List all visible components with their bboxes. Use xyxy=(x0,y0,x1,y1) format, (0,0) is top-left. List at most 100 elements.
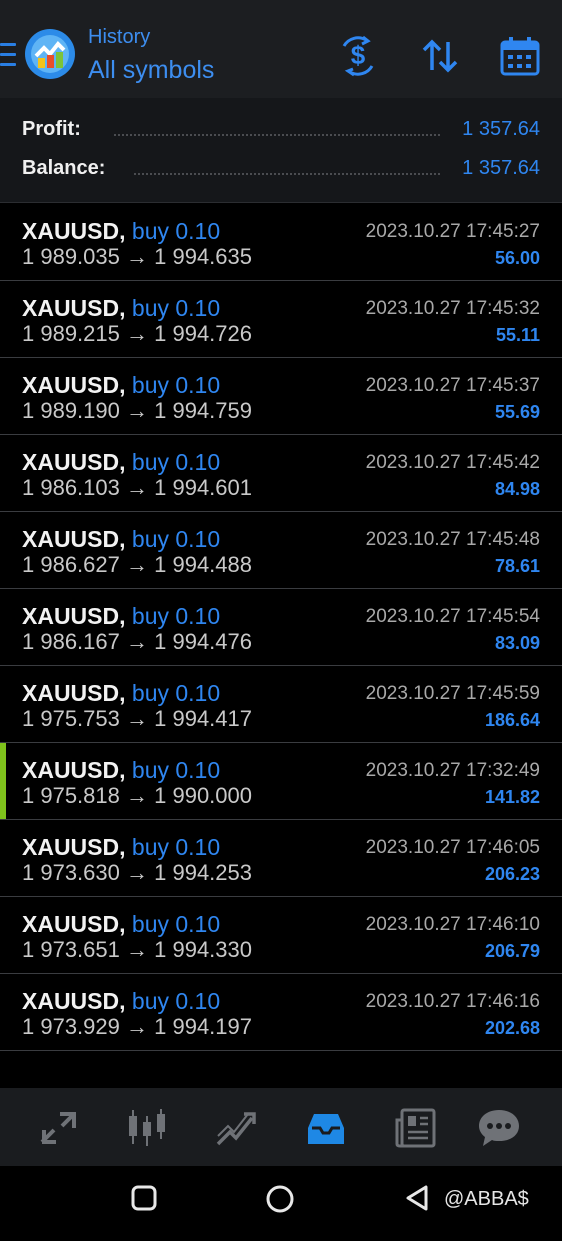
deal-prices: 1 975.818 → 1 990.000 xyxy=(22,783,252,809)
deal-row[interactable]: XAUUSD, buy 0.10 1 973.651 → 1 994.330 202… xyxy=(0,897,562,974)
deal-profit: 186.64 xyxy=(484,710,540,730)
deal-time: 2023.10.27 17:45:37 xyxy=(365,375,540,396)
chat-icon[interactable] xyxy=(477,1106,521,1150)
deal-row[interactable]: XAUUSD, buy 0.10 1 973.630 → 1 994.253 202… xyxy=(0,820,562,897)
balance-label: Balance: xyxy=(22,157,114,180)
header-title[interactable]: All symbols xyxy=(88,56,214,85)
close-price: 1 994.601 xyxy=(154,475,252,500)
deal-row[interactable]: XAUUSD, buy 0.10 1 986.627 → 1 994.488 202… xyxy=(0,512,562,589)
close-price: 1 994.253 xyxy=(154,860,252,885)
arrow-icon: → xyxy=(126,552,148,577)
deal-symbol-line: XAUUSD, buy 0.10 xyxy=(22,988,220,1015)
recent-apps-icon[interactable] xyxy=(130,1184,158,1217)
arrow-icon: → xyxy=(126,244,148,269)
trade-icon[interactable] xyxy=(214,1106,258,1150)
news-icon[interactable] xyxy=(394,1106,438,1150)
deal-row[interactable]: XAUUSD, buy 0.10 1 989.190 → 1 994.759 202… xyxy=(0,358,562,435)
open-price: 1 973.929 xyxy=(22,1014,120,1039)
open-price: 1 989.190 xyxy=(22,398,120,423)
deal-type: buy 0.10 xyxy=(131,372,221,398)
deal-type: buy 0.10 xyxy=(131,911,221,937)
deal-prices: 1 986.167 → 1 994.476 xyxy=(22,629,252,655)
arrow-icon: → xyxy=(126,783,148,808)
deal-time: 2023.10.27 17:45:42 xyxy=(365,452,540,473)
chart-icon[interactable] xyxy=(125,1106,169,1150)
arrow-icon: → xyxy=(126,860,148,885)
deal-type: buy 0.10 xyxy=(131,295,221,321)
deal-symbol-line: XAUUSD, buy 0.10 xyxy=(22,911,220,938)
open-price: 1 973.630 xyxy=(22,860,120,885)
top-app-bar: History All symbols $ xyxy=(0,0,562,98)
deal-symbol: XAUUSD, xyxy=(22,680,126,706)
deal-symbol-line: XAUUSD, buy 0.10 xyxy=(22,603,220,630)
deal-profit: 78.61 xyxy=(494,556,540,576)
deal-row[interactable]: XAUUSD, buy 0.10 1 973.929 → 1 994.197 202… xyxy=(0,974,562,1051)
deal-symbol: XAUUSD, xyxy=(22,603,126,629)
deal-profit: 141.82 xyxy=(484,787,540,807)
deal-symbol-line: XAUUSD, buy 0.10 xyxy=(22,680,220,707)
deal-symbol: XAUUSD, xyxy=(22,295,126,321)
sort-icon[interactable] xyxy=(418,34,462,78)
menu-icon[interactable] xyxy=(0,43,16,67)
deal-symbol-line: XAUUSD, buy 0.10 xyxy=(22,218,220,245)
deal-prices: 1 973.630 → 1 994.253 xyxy=(22,860,252,886)
deals-list: XAUUSD, buy 0.10 1 989.035 → 1 994.635 202… xyxy=(0,204,562,1051)
deal-time: 2023.10.27 17:46:05 xyxy=(365,837,540,858)
deal-symbol-line: XAUUSD, buy 0.10 xyxy=(22,834,220,861)
deal-row[interactable]: XAUUSD, buy 0.10 1 989.035 → 1 994.635 202… xyxy=(0,204,562,281)
deal-time: 2023.10.27 17:45:59 xyxy=(365,683,540,704)
deal-time: 2023.10.27 17:32:49 xyxy=(365,760,540,781)
selection-marker xyxy=(0,743,6,819)
arrow-icon: → xyxy=(126,321,148,346)
summary-panel: Profit: 1 357.64 Balance: 1 357.64 xyxy=(0,98,562,203)
arrow-icon: → xyxy=(126,398,148,423)
deal-type: buy 0.10 xyxy=(131,449,221,475)
deal-time: 2023.10.27 17:46:10 xyxy=(365,914,540,935)
calendar-icon[interactable] xyxy=(498,34,542,78)
currency-exchange-icon[interactable]: $ xyxy=(336,34,380,78)
bottom-tab-bar xyxy=(0,1088,562,1166)
history-icon[interactable] xyxy=(304,1106,348,1150)
open-price: 1 975.753 xyxy=(22,706,120,731)
arrow-icon: → xyxy=(126,475,148,500)
close-price: 1 994.488 xyxy=(154,552,252,577)
deal-time: 2023.10.27 17:45:54 xyxy=(365,606,540,627)
close-price: 1 994.759 xyxy=(154,398,252,423)
open-price: 1 973.651 xyxy=(22,937,120,962)
profit-value: 1 357.64 xyxy=(454,118,540,141)
deal-symbol: XAUUSD, xyxy=(22,372,126,398)
close-price: 1 994.726 xyxy=(154,321,252,346)
deal-row[interactable]: XAUUSD, buy 0.10 1 986.167 → 1 994.476 202… xyxy=(0,589,562,666)
open-price: 1 986.627 xyxy=(22,552,120,577)
open-price: 1 986.167 xyxy=(22,629,120,654)
back-icon[interactable] xyxy=(404,1184,432,1217)
arrow-icon: → xyxy=(126,937,148,962)
deal-row[interactable]: XAUUSD, buy 0.10 1 989.215 → 1 994.726 202… xyxy=(0,281,562,358)
profit-label: Profit: xyxy=(22,118,89,141)
deal-prices: 1 989.035 → 1 994.635 xyxy=(22,244,252,270)
dotted-leader xyxy=(114,134,440,136)
deal-type: buy 0.10 xyxy=(131,526,221,552)
deal-symbol-line: XAUUSD, buy 0.10 xyxy=(22,449,220,476)
deal-row[interactable]: XAUUSD, buy 0.10 1 975.818 → 1 990.000 202… xyxy=(0,743,562,820)
deal-symbol: XAUUSD, xyxy=(22,988,126,1014)
close-price: 1 994.476 xyxy=(154,629,252,654)
deal-prices: 1 973.929 → 1 994.197 xyxy=(22,1014,252,1040)
deal-profit: 55.11 xyxy=(495,325,540,345)
balance-row: Balance: 1 357.64 xyxy=(22,157,540,187)
app-logo-icon xyxy=(24,28,76,80)
deal-symbol: XAUUSD, xyxy=(22,757,126,783)
deal-symbol: XAUUSD, xyxy=(22,834,126,860)
balance-value: 1 357.64 xyxy=(454,157,540,180)
deal-row[interactable]: XAUUSD, buy 0.10 1 986.103 → 1 994.601 202… xyxy=(0,435,562,512)
deal-time: 2023.10.27 17:45:27 xyxy=(365,221,540,242)
open-price: 1 989.215 xyxy=(22,321,120,346)
open-price: 1 989.035 xyxy=(22,244,120,269)
deal-symbol: XAUUSD, xyxy=(22,449,126,475)
home-icon[interactable] xyxy=(265,1184,295,1219)
deal-type: buy 0.10 xyxy=(131,988,221,1014)
deal-row[interactable]: XAUUSD, buy 0.10 1 975.753 → 1 994.417 202… xyxy=(0,666,562,743)
quotes-icon[interactable] xyxy=(36,1106,80,1150)
deal-symbol: XAUUSD, xyxy=(22,526,126,552)
deal-type: buy 0.10 xyxy=(131,603,221,629)
